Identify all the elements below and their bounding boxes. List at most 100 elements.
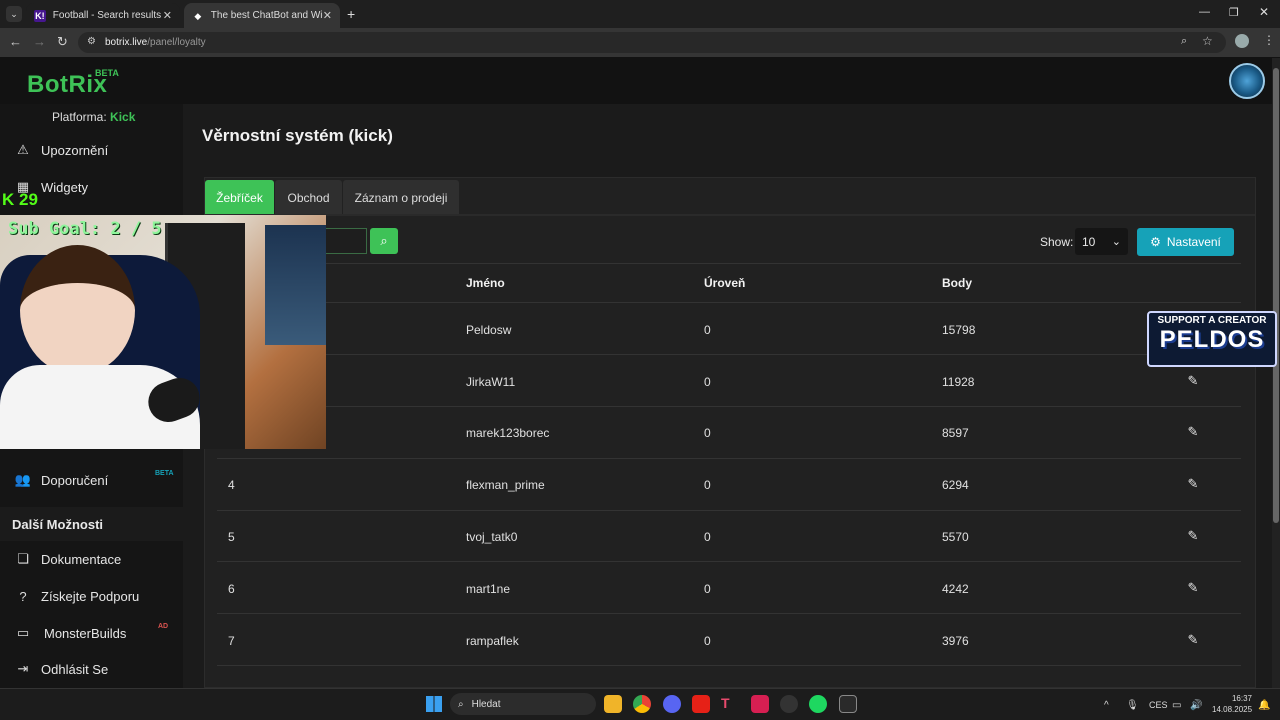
- clock[interactable]: 16:37 14.08.2025: [1212, 693, 1252, 715]
- row-points: 5570: [942, 530, 969, 544]
- tiktok-icon[interactable]: [751, 695, 769, 713]
- sidebar-item-label: Získejte Podporu: [41, 588, 140, 604]
- tab-title: The best ChatBot and Widgets: [210, 10, 323, 21]
- row-name: rampaflek: [466, 634, 519, 648]
- sidebar-item-upozorneni[interactable]: ⚠ Upozornění: [14, 140, 108, 160]
- table-row: [217, 613, 1241, 665]
- sub-goal-overlay: Sub Goal: 2 / 5: [8, 219, 162, 239]
- column-header-jmeno[interactable]: Jméno: [466, 276, 505, 290]
- youtube-icon[interactable]: [692, 695, 710, 713]
- edit-icon[interactable]: ✎: [1185, 528, 1201, 544]
- address-bar[interactable]: botrix.live/panel/loyalty: [78, 32, 1226, 53]
- taskbar-search[interactable]: ⌕ Hledat: [450, 693, 596, 715]
- show-select[interactable]: 10 ⌄: [1075, 228, 1128, 255]
- mic-icon[interactable]: 🎙: [1126, 700, 1139, 711]
- forward-icon[interactable]: →: [33, 34, 46, 49]
- row-level: 0: [704, 323, 711, 337]
- windows-start-icon[interactable]: [426, 696, 442, 712]
- search-button[interactable]: ⌕: [370, 228, 398, 254]
- edit-icon[interactable]: ✎: [1185, 632, 1201, 648]
- site-info-icon[interactable]: ⚙: [87, 36, 96, 47]
- sidebar-item-podpora[interactable]: ? Získejte Podporu: [14, 586, 139, 606]
- reload-icon[interactable]: ↻: [57, 34, 68, 50]
- edit-icon[interactable]: ✎: [1185, 424, 1201, 440]
- tab-title: Football - Search results - Kaho: [52, 10, 163, 21]
- tab-divider: [205, 214, 1255, 216]
- column-header-uroven[interactable]: Úroveň: [704, 276, 745, 290]
- sidebar-item-doporuceni[interactable]: 👥 Doporučení: [14, 470, 108, 490]
- page-title: Věrnostní systém (kick): [202, 126, 393, 145]
- clock-time: 16:37: [1231, 694, 1252, 703]
- row-name: flexman_prime: [466, 478, 545, 492]
- clock-date: 14.08.2025: [1212, 705, 1253, 714]
- tab-obchod[interactable]: Obchod: [275, 180, 342, 215]
- sidebar-item-odhlasit[interactable]: ⇥ Odhlásit Se: [14, 659, 109, 679]
- platform-value: Kick: [110, 110, 136, 124]
- obs-icon[interactable]: [780, 695, 798, 713]
- row-level: 0: [704, 582, 711, 596]
- volume-icon[interactable]: 🔊: [1190, 700, 1202, 711]
- page-scrollbar[interactable]: [1272, 58, 1280, 688]
- epic-games-icon[interactable]: [839, 695, 857, 713]
- discord-icon[interactable]: [663, 695, 681, 713]
- zoom-icon[interactable]: ⌕: [1181, 35, 1187, 48]
- close-tab-icon[interactable]: ✕: [323, 9, 332, 22]
- table-row: [217, 354, 1241, 406]
- bookmark-star-icon[interactable]: ☆: [1202, 34, 1213, 48]
- user-avatar[interactable]: [1229, 63, 1265, 99]
- tab-zebricek[interactable]: Žebříček: [205, 180, 274, 215]
- chrome-icon[interactable]: [633, 695, 651, 713]
- tab-zaznam[interactable]: Záznam o prodeji: [343, 180, 459, 215]
- row-name: JirkaW11: [466, 375, 516, 389]
- row-rank: 5: [228, 530, 235, 544]
- spotify-icon[interactable]: [809, 695, 827, 713]
- language-indicator[interactable]: CES: [1149, 700, 1168, 710]
- minimize-icon[interactable]: —: [1199, 6, 1210, 18]
- sidebar-item-monsterbuilds[interactable]: ▭ MonsterBuilds: [14, 623, 127, 643]
- tray-chevron-icon[interactable]: ^: [1104, 700, 1109, 711]
- person-head-shape: [20, 245, 135, 375]
- notification-bell-icon[interactable]: 🔔: [1258, 700, 1270, 711]
- menu-kebab-icon[interactable]: ⋮: [1263, 33, 1275, 47]
- browser-tab-botrix[interactable]: ◆ The best ChatBot and Widgets ✕: [184, 3, 340, 28]
- support-name: PELDOS: [1159, 326, 1265, 353]
- edit-icon[interactable]: [1185, 321, 1201, 337]
- tab-search-button[interactable]: ⌄: [6, 6, 22, 22]
- new-tab-button[interactable]: +: [347, 6, 355, 22]
- search-icon: ⌕: [380, 233, 388, 248]
- column-header-body[interactable]: Body: [942, 276, 972, 290]
- file-explorer-icon[interactable]: [604, 695, 622, 713]
- network-icon[interactable]: ▭: [1172, 700, 1181, 711]
- settings-button[interactable]: ⚙ Nastavení: [1137, 228, 1234, 256]
- row-points: 6294: [942, 478, 969, 492]
- url-path: /panel/loyalty: [147, 37, 206, 48]
- restore-icon[interactable]: ❐: [1229, 6, 1239, 19]
- scrollbar-thumb[interactable]: [1273, 68, 1279, 523]
- sidebar-item-dokumentace[interactable]: ❏ Dokumentace: [14, 549, 121, 569]
- edit-icon[interactable]: ✎: [1185, 580, 1201, 596]
- docs-icon: ❏: [17, 551, 29, 566]
- kick-logo-icon: K: [2, 190, 15, 209]
- row-name: marek123borec: [466, 426, 550, 440]
- platform-label: Platforma:: [52, 110, 107, 124]
- sidebar-item-label: Doporučení: [41, 472, 109, 488]
- question-icon: ?: [19, 588, 27, 604]
- browser-tab-football[interactable]: K! Football - Search results - Kaho ✕: [26, 3, 180, 28]
- table-row: [217, 510, 1241, 562]
- row-level: 0: [704, 530, 711, 544]
- row-level: 0: [704, 634, 711, 648]
- url-host: botrix.live: [105, 37, 148, 48]
- table-header-divider: [217, 263, 1241, 264]
- row-points: 3976: [942, 634, 969, 648]
- close-window-icon[interactable]: ✕: [1259, 5, 1269, 19]
- botrix-favicon-icon: ◆: [194, 10, 202, 21]
- search-icon: ⌕: [458, 698, 464, 710]
- text-app-icon[interactable]: T: [721, 695, 739, 713]
- beta-badge: BETA: [95, 68, 119, 78]
- back-icon[interactable]: ←: [9, 34, 22, 49]
- profile-icon[interactable]: [1235, 34, 1249, 48]
- close-tab-icon[interactable]: ✕: [163, 9, 172, 22]
- edit-icon[interactable]: ✎: [1185, 476, 1201, 492]
- edit-icon[interactable]: ✎: [1185, 373, 1201, 389]
- kick-counter: K 29: [2, 190, 38, 210]
